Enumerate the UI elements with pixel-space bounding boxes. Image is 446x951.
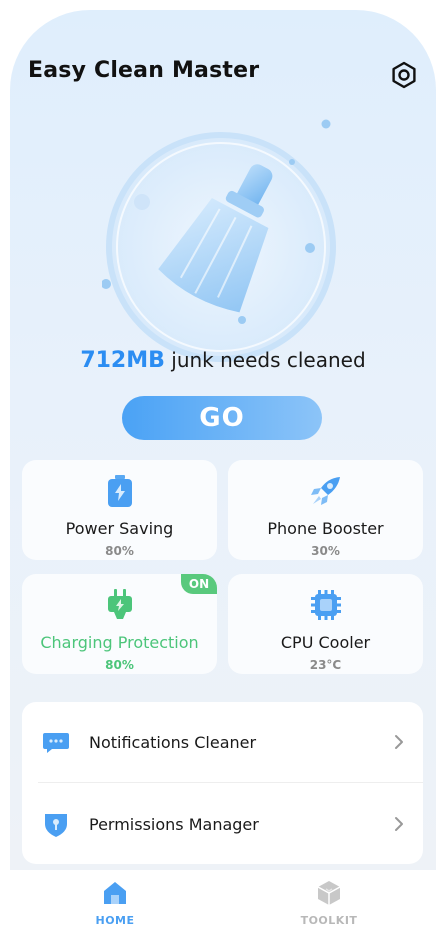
broom-cleaner-icon[interactable] [102,128,340,366]
tab-toolkit[interactable]: TOOLKIT [289,880,369,927]
list-item-label: Notifications Cleaner [89,732,257,752]
app-screen: Easy Clean Master 712MB junk needs clean… [0,0,446,951]
feature-label: Charging Protection [40,633,199,652]
junk-text: junk needs cleaned [171,348,366,372]
shield-icon [45,814,67,837]
list-item-notifications-cleaner[interactable]: Notifications Cleaner [22,702,423,783]
battery-icon [107,475,132,507]
settings-icon[interactable] [389,60,419,90]
feature-value: 80% [105,544,134,558]
toolkit-cube-icon [317,881,341,905]
cpu-cooler-card[interactable]: CPU Cooler 23°C [228,574,423,674]
tab-home[interactable]: HOME [75,880,155,927]
home-icon [104,882,126,904]
feature-label: CPU Cooler [280,633,371,652]
feature-value: 80% [105,658,134,672]
go-button[interactable]: GO [122,396,322,440]
charging-protection-card[interactable]: ON Charging Protection 80% [22,574,217,674]
list-item-label: Permissions Manager [89,814,259,834]
app-title: Easy Clean Master [28,58,260,83]
cpu-chip-icon [310,590,341,620]
tools-list: Notifications Cleaner Permissions Manage… [22,702,423,864]
feature-value: 30% [311,544,340,558]
charging-plug-icon [107,589,132,619]
rocket-icon [310,477,340,505]
feature-label: Phone Booster [267,519,384,538]
divider [38,782,423,783]
power-saving-card[interactable]: Power Saving 80% [22,460,217,560]
feature-label: Power Saving [65,519,174,538]
chevron-right-icon [395,735,403,749]
bottom-tab-bar: HOME TOOLKIT [0,870,446,951]
tab-label: HOME [95,914,135,927]
tab-label: TOOLKIT [300,914,358,927]
phone-booster-card[interactable]: Phone Booster 30% [228,460,423,560]
list-item-permissions-manager[interactable]: Permissions Manager [22,784,423,864]
junk-summary: 712MB junk needs cleaned [0,348,446,373]
feature-value: 23°C [309,658,342,672]
chevron-right-icon [395,817,403,831]
notification-bubble-icon [43,733,69,753]
junk-amount: 712MB [80,348,165,373]
status-badge: ON [181,574,217,594]
sparkle-dot-icon [321,119,331,129]
